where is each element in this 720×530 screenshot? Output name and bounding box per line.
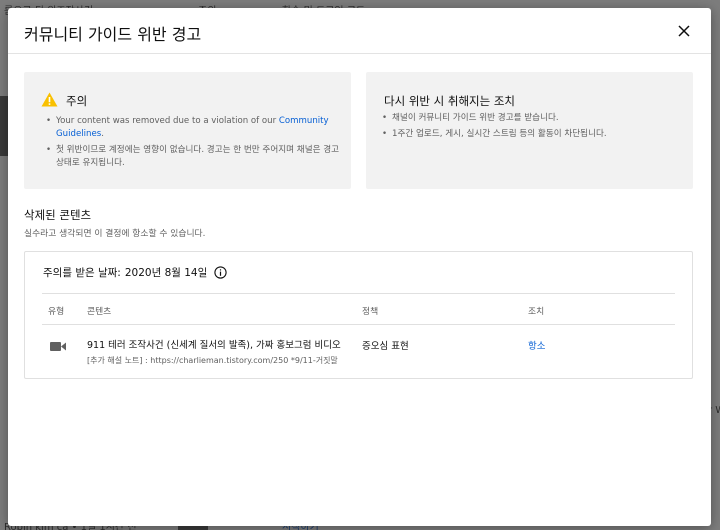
warning-bullet: 첫 위반이므로 계정에는 영향이 없습니다. 경고는 한 번만 주어지며 채널은…: [46, 144, 342, 170]
removed-content-table: 유형 콘텐츠 정책 조치 911 테러 조작사건 (신세계 질서의 발족), 가…: [42, 293, 675, 377]
dialog-title: 커뮤니티 가이드 위반 경고: [24, 25, 202, 44]
warning-triangle-icon: [41, 92, 58, 107]
info-icon[interactable]: [214, 266, 227, 279]
table-row: 911 테러 조작사건 (신세계 질서의 발족), 가짜 홍보그럼 비디오 [추…: [42, 325, 675, 377]
repeat-bullet: 1주간 업로드, 게시, 실시간 스트림 등의 활동이 차단됩니다.: [382, 128, 682, 141]
dialog-header: 커뮤니티 가이드 위반 경고: [8, 8, 711, 54]
strike-date: 주의를 받은 날짜: 2020년 8월 14일: [43, 265, 227, 280]
content-note: [추가 해설 노트] : https://charlieman.tistory.…: [87, 356, 338, 365]
content-title: 911 테러 조작사건 (신세계 질서의 발족), 가짜 홍보그럼 비디오: [87, 340, 341, 351]
strike-date-value: 2020년 8월 14일: [124, 267, 208, 279]
warning-bullet-end: .: [101, 129, 104, 139]
repeat-bullet: 채널이 커뮤니티 가이드 위반 경고를 받습니다.: [382, 112, 682, 125]
header-type: 유형: [48, 307, 65, 317]
background-thumbnail: [0, 96, 8, 156]
warning-card-title: 주의: [66, 94, 88, 108]
header-action: 조치: [528, 307, 545, 317]
repeat-violation-card: 다시 위반 시 취해지는 조치 채널이 커뮤니티 가이드 위반 경고를 받습니다…: [366, 72, 693, 189]
close-icon: [678, 25, 690, 37]
removed-content-title: 삭제된 콘텐츠: [24, 208, 92, 222]
close-button[interactable]: [673, 20, 695, 42]
appeal-link[interactable]: 항소: [528, 338, 545, 352]
header-content: 콘텐츠: [87, 307, 112, 317]
warning-bullet: Your content was removed due to a violat…: [46, 115, 342, 141]
strike-dialog: 커뮤니티 가이드 위반 경고 주의 Your content was remov…: [8, 8, 711, 526]
repeat-card-list: 채널이 커뮤니티 가이드 위반 경고를 받습니다. 1주간 업로드, 게시, 실…: [382, 112, 682, 144]
strike-date-label: 주의를 받은 날짜:: [43, 267, 121, 279]
policy-cell: 증오심 표현: [362, 341, 409, 352]
removed-content-box: 주의를 받은 날짜: 2020년 8월 14일 유형 콘텐츠 정책 조치 911: [24, 251, 693, 379]
removed-content-subtitle: 실수라고 생각되면 이 결정에 항소할 수 있습니다.: [24, 229, 206, 239]
table-header: 유형 콘텐츠 정책 조치: [42, 293, 675, 325]
warning-bullet-text: Your content was removed due to a violat…: [56, 116, 279, 126]
warning-card: 주의 Your content was removed due to a vio…: [24, 72, 351, 189]
warning-card-list: Your content was removed due to a violat…: [46, 115, 342, 173]
header-policy: 정책: [362, 307, 379, 317]
video-icon: [50, 342, 66, 351]
repeat-card-title: 다시 위반 시 취해지는 조치: [384, 94, 516, 108]
